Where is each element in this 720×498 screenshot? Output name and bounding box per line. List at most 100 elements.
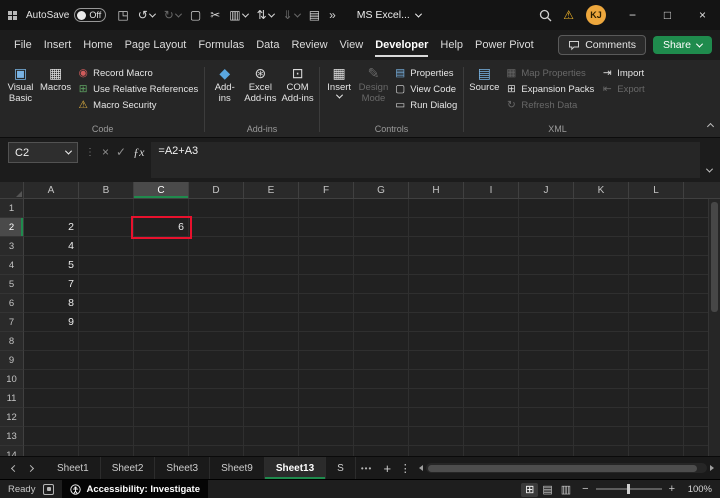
zoom-slider-thumb[interactable]	[626, 484, 630, 494]
tab-file[interactable]: File	[8, 30, 38, 60]
cell-b1[interactable]	[79, 199, 134, 218]
cell-a7[interactable]: 9	[24, 313, 79, 332]
share-button[interactable]: Share	[652, 36, 712, 54]
vertical-scroll-thumb[interactable]	[711, 202, 718, 312]
column-header-d[interactable]: D	[189, 182, 244, 199]
formula-input[interactable]: =A2+A3	[151, 142, 700, 178]
tab-insert[interactable]: Insert	[38, 30, 78, 60]
cell-e9[interactable]	[244, 351, 299, 370]
cell-f9[interactable]	[299, 351, 354, 370]
add-ins-button[interactable]: ◆ Add-ins	[208, 63, 241, 105]
cell-j1[interactable]	[519, 199, 574, 218]
cell-h4[interactable]	[409, 256, 464, 275]
cell-f6[interactable]	[299, 294, 354, 313]
column-header-g[interactable]: G	[354, 182, 409, 199]
cell-i5[interactable]	[464, 275, 519, 294]
visual-basic-button[interactable]: ▣ Visual Basic	[4, 63, 37, 105]
minimize-button[interactable]: −	[615, 0, 650, 30]
properties-button[interactable]: ▤ Properties	[394, 67, 457, 79]
cell-c3[interactable]	[134, 237, 189, 256]
cell-g7[interactable]	[354, 313, 409, 332]
cell-b2[interactable]	[79, 218, 134, 237]
cell-a5[interactable]: 7	[24, 275, 79, 294]
cancel-button[interactable]: ×	[102, 142, 109, 163]
cell-i3[interactable]	[464, 237, 519, 256]
sheet-tab-sheet2[interactable]: Sheet2	[101, 457, 156, 479]
cell-e5[interactable]	[244, 275, 299, 294]
cell-b7[interactable]	[79, 313, 134, 332]
more-sheets-indicator[interactable]: •••	[356, 464, 377, 473]
cell-c12[interactable]	[134, 408, 189, 427]
cell-l2[interactable]	[629, 218, 684, 237]
cell-d9[interactable]	[189, 351, 244, 370]
cell-g1[interactable]	[354, 199, 409, 218]
cell-i10[interactable]	[464, 370, 519, 389]
search-button[interactable]	[530, 9, 560, 22]
row-header-9[interactable]: 9	[0, 351, 24, 370]
cell-e4[interactable]	[244, 256, 299, 275]
cell-h3[interactable]	[409, 237, 464, 256]
cell-h12[interactable]	[409, 408, 464, 427]
cell-l12[interactable]	[629, 408, 684, 427]
tab-data[interactable]: Data	[250, 30, 285, 60]
cell-e6[interactable]	[244, 294, 299, 313]
sheet-tab-sheet1[interactable]: Sheet1	[46, 457, 101, 479]
autosave-toggle[interactable]: AutoSave Off	[26, 8, 107, 22]
cell-j4[interactable]	[519, 256, 574, 275]
redo-button[interactable]: ↻	[160, 6, 185, 24]
cell-j2[interactable]	[519, 218, 574, 237]
cell-i13[interactable]	[464, 427, 519, 446]
cell-g12[interactable]	[354, 408, 409, 427]
insert-control-button[interactable]: ▦ Insert	[323, 63, 356, 100]
cell-b6[interactable]	[79, 294, 134, 313]
cell-e8[interactable]	[244, 332, 299, 351]
vertical-scrollbar[interactable]	[708, 199, 720, 456]
tab-formulas[interactable]: Formulas	[192, 30, 250, 60]
macro-record-button[interactable]	[43, 483, 55, 495]
cell-a1[interactable]	[24, 199, 79, 218]
use-relative-references-button[interactable]: ⊞ Use Relative References	[77, 83, 198, 95]
cell-e2[interactable]	[244, 218, 299, 237]
row-header-6[interactable]: 6	[0, 294, 24, 313]
cell-i12[interactable]	[464, 408, 519, 427]
cell-k5[interactable]	[574, 275, 629, 294]
cell-j8[interactable]	[519, 332, 574, 351]
cell-g4[interactable]	[354, 256, 409, 275]
cell-b10[interactable]	[79, 370, 134, 389]
row-header-14[interactable]: 14	[0, 446, 24, 456]
cell-f11[interactable]	[299, 389, 354, 408]
cell-g8[interactable]	[354, 332, 409, 351]
cell-c2[interactable]: 6	[134, 218, 189, 237]
collapse-ribbon-button[interactable]	[706, 120, 715, 132]
cell-l14[interactable]	[629, 446, 684, 456]
sheet-tab-sheet13[interactable]: Sheet13	[264, 457, 327, 479]
column-header-k[interactable]: K	[574, 182, 629, 199]
cell-g2[interactable]	[354, 218, 409, 237]
cell-a9[interactable]	[24, 351, 79, 370]
cell-j12[interactable]	[519, 408, 574, 427]
cell-a11[interactable]	[24, 389, 79, 408]
column-header-f[interactable]: F	[299, 182, 354, 199]
cell-l9[interactable]	[629, 351, 684, 370]
cell-d8[interactable]	[189, 332, 244, 351]
record-macro-button[interactable]: ◉ Record Macro	[77, 67, 198, 79]
cell-l10[interactable]	[629, 370, 684, 389]
cell-j5[interactable]	[519, 275, 574, 294]
expansion-packs-button[interactable]: ⊞ Expansion Packs	[505, 83, 594, 95]
cell-d14[interactable]	[189, 446, 244, 456]
cell-b3[interactable]	[79, 237, 134, 256]
cell-l6[interactable]	[629, 294, 684, 313]
close-button[interactable]: ×	[685, 0, 720, 30]
tab-page-layout[interactable]: Page Layout	[119, 30, 193, 60]
cell-k14[interactable]	[574, 446, 629, 456]
insert-function-button[interactable]: ƒx	[133, 142, 144, 163]
cell-a8[interactable]	[24, 332, 79, 351]
column-header-j[interactable]: J	[519, 182, 574, 199]
export-button[interactable]: ⇤ Export	[601, 83, 645, 95]
cell-c13[interactable]	[134, 427, 189, 446]
enter-button[interactable]: ✓	[116, 142, 126, 163]
cell-c5[interactable]	[134, 275, 189, 294]
cell-f4[interactable]	[299, 256, 354, 275]
cell-k9[interactable]	[574, 351, 629, 370]
cell-c11[interactable]	[134, 389, 189, 408]
